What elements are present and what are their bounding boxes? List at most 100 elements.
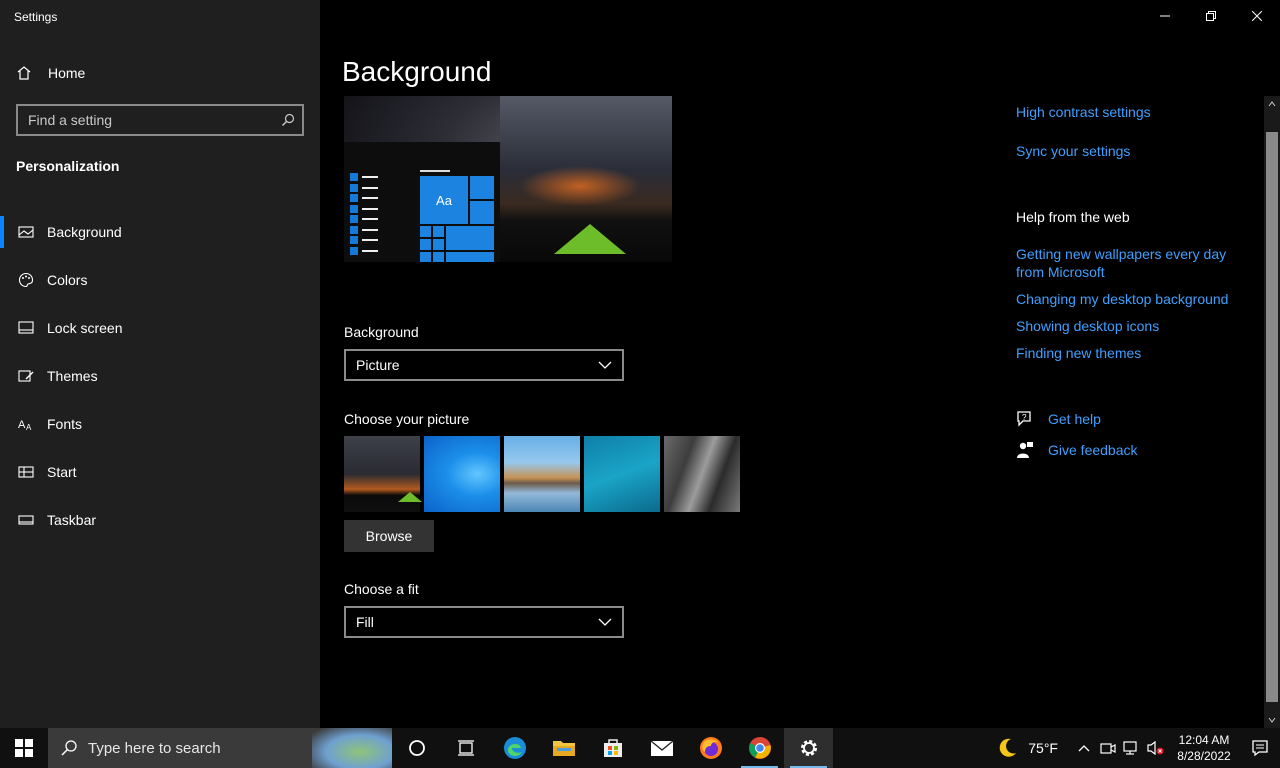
preview-divider xyxy=(420,170,450,172)
edge-taskbar-button[interactable] xyxy=(490,728,539,768)
section-title: Personalization xyxy=(16,158,120,174)
minimize-button[interactable] xyxy=(1142,0,1188,32)
task-view-button[interactable] xyxy=(441,728,490,768)
cortana-icon xyxy=(408,740,425,756)
clock-time: 12:04 AM xyxy=(1178,733,1230,747)
preview-tile-aa: Aa xyxy=(420,176,468,224)
minimize-icon xyxy=(1160,15,1170,17)
scroll-up-button[interactable] xyxy=(1264,96,1280,112)
firefox-icon xyxy=(699,737,722,759)
fit-dropdown[interactable]: Fill xyxy=(344,606,624,638)
settings-taskbar-button[interactable] xyxy=(784,728,833,768)
get-help-link[interactable]: ? Get help xyxy=(1016,410,1101,428)
sidebar-item-label: Themes xyxy=(47,368,98,384)
task-view-icon xyxy=(457,740,474,756)
picture-thumbnail[interactable] xyxy=(344,436,422,512)
help-link-themes[interactable]: Finding new themes xyxy=(1016,344,1141,362)
gear-icon xyxy=(800,740,817,756)
settings-search-box[interactable] xyxy=(16,104,304,136)
meet-now-button[interactable] xyxy=(1096,728,1120,768)
show-hidden-icons-button[interactable] xyxy=(1072,728,1096,768)
home-icon xyxy=(17,66,31,80)
folder-icon xyxy=(552,741,575,756)
background-label: Background xyxy=(344,324,419,340)
svg-text:A: A xyxy=(18,419,26,431)
chrome-taskbar-button[interactable] xyxy=(735,728,784,768)
get-help-label: Get help xyxy=(1048,411,1101,427)
taskbar-search-placeholder: Type here to search xyxy=(88,739,221,757)
browse-button[interactable]: Browse xyxy=(344,520,434,552)
svg-text:A: A xyxy=(26,423,32,432)
preview-tent xyxy=(554,224,626,254)
font-icon: AA xyxy=(18,419,32,432)
scroll-down-button[interactable] xyxy=(1264,712,1280,728)
picture-thumbnails xyxy=(344,436,740,512)
taskbar-search-box[interactable]: Type here to search xyxy=(48,728,392,768)
sidebar-nav: Background Colors Lock screen Themes AA … xyxy=(0,208,320,544)
start-button[interactable] xyxy=(0,728,48,768)
start-icon xyxy=(18,466,34,478)
background-dropdown[interactable]: Picture xyxy=(344,349,624,381)
help-heading: Help from the web xyxy=(1016,209,1130,225)
preview-menu-list xyxy=(350,172,380,256)
palette-icon xyxy=(18,272,34,288)
clock[interactable]: 12:04 AM 8/28/2022 xyxy=(1168,732,1240,764)
restore-button[interactable] xyxy=(1188,0,1234,32)
choose-picture-label: Choose your picture xyxy=(344,411,470,427)
sidebar-item-label: Taskbar xyxy=(47,512,97,528)
sidebar-item-themes[interactable]: Themes xyxy=(0,352,320,400)
sidebar-item-start[interactable]: Start xyxy=(0,448,320,496)
chevron-down-icon xyxy=(1268,717,1276,723)
taskbar-icon xyxy=(18,515,34,525)
sync-settings-link[interactable]: Sync your settings xyxy=(1016,142,1130,160)
meet-now-icon xyxy=(1100,743,1116,754)
help-link-wallpapers[interactable]: Getting new wallpapers every day from Mi… xyxy=(1016,245,1246,281)
lock-screen-icon xyxy=(18,321,34,334)
picture-icon xyxy=(18,226,34,238)
picture-thumbnail[interactable] xyxy=(664,436,740,512)
sidebar-item-lock-screen[interactable]: Lock screen xyxy=(0,304,320,352)
mail-icon xyxy=(650,740,673,756)
give-feedback-link[interactable]: Give feedback xyxy=(1016,441,1138,459)
firefox-taskbar-button[interactable] xyxy=(686,728,735,768)
chevron-down-icon xyxy=(598,361,612,369)
settings-search-input[interactable] xyxy=(18,106,274,134)
store-icon xyxy=(603,739,622,757)
vertical-scrollbar[interactable] xyxy=(1264,96,1280,728)
picture-thumbnail[interactable] xyxy=(504,436,580,512)
home-label: Home xyxy=(48,65,86,81)
picture-thumbnail[interactable] xyxy=(424,436,500,512)
store-taskbar-button[interactable] xyxy=(588,728,637,768)
weather-widget[interactable]: 75°F xyxy=(996,737,1058,759)
notification-icon xyxy=(1252,740,1268,757)
help-link-desktop-background[interactable]: Changing my desktop background xyxy=(1016,290,1228,308)
close-button[interactable] xyxy=(1234,0,1280,32)
help-link-desktop-icons[interactable]: Showing desktop icons xyxy=(1016,317,1159,335)
cortana-button[interactable] xyxy=(392,728,441,768)
picture-thumbnail[interactable] xyxy=(584,436,660,512)
page-title: Background xyxy=(342,56,492,87)
search-highlight-image xyxy=(312,728,392,768)
window-controls xyxy=(1142,0,1280,32)
file-explorer-taskbar-button[interactable] xyxy=(539,728,588,768)
scrollbar-thumb[interactable] xyxy=(1266,132,1278,702)
sidebar-item-taskbar[interactable]: Taskbar xyxy=(0,496,320,544)
windows-logo-icon xyxy=(15,739,33,757)
home-nav-item[interactable]: Home xyxy=(16,62,85,84)
sidebar-item-label: Fonts xyxy=(47,416,83,432)
clock-date: 8/28/2022 xyxy=(1177,749,1231,763)
restore-icon xyxy=(1206,11,1216,21)
sidebar-item-background[interactable]: Background xyxy=(0,208,320,256)
network-button[interactable] xyxy=(1120,728,1144,768)
mail-taskbar-button[interactable] xyxy=(637,728,686,768)
search-icon xyxy=(61,740,77,756)
action-center-button[interactable] xyxy=(1240,728,1280,768)
brush-icon xyxy=(18,370,34,382)
sidebar-item-label: Start xyxy=(47,464,77,480)
volume-button[interactable] xyxy=(1144,728,1168,768)
sidebar: Settings Home Personalization Background… xyxy=(0,0,320,728)
sidebar-item-fonts[interactable]: AA Fonts xyxy=(0,400,320,448)
sidebar-item-colors[interactable]: Colors xyxy=(0,256,320,304)
search-icon[interactable] xyxy=(274,113,302,127)
high-contrast-link[interactable]: High contrast settings xyxy=(1016,103,1151,121)
